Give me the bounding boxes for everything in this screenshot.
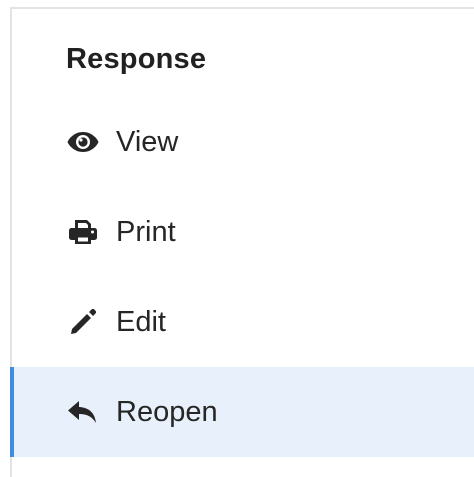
menu-item-print[interactable]: Print (12, 187, 474, 277)
reply-icon (66, 395, 100, 429)
printer-icon (66, 215, 100, 249)
menu-item-view[interactable]: View (12, 97, 474, 187)
panel-heading: Response (66, 43, 207, 75)
response-menu: View Print Edit Reopen (10, 97, 474, 457)
menu-item-label: Edit (116, 306, 166, 338)
pencil-icon (66, 305, 100, 339)
menu-item-reopen[interactable]: Reopen (10, 367, 474, 457)
menu-item-label: View (116, 126, 179, 158)
menu-item-label: Print (116, 216, 176, 248)
eye-icon (66, 125, 100, 159)
response-panel: Response View Print Edit Reopen (10, 7, 474, 477)
menu-item-edit[interactable]: Edit (12, 277, 474, 367)
menu-item-label: Reopen (116, 396, 218, 428)
